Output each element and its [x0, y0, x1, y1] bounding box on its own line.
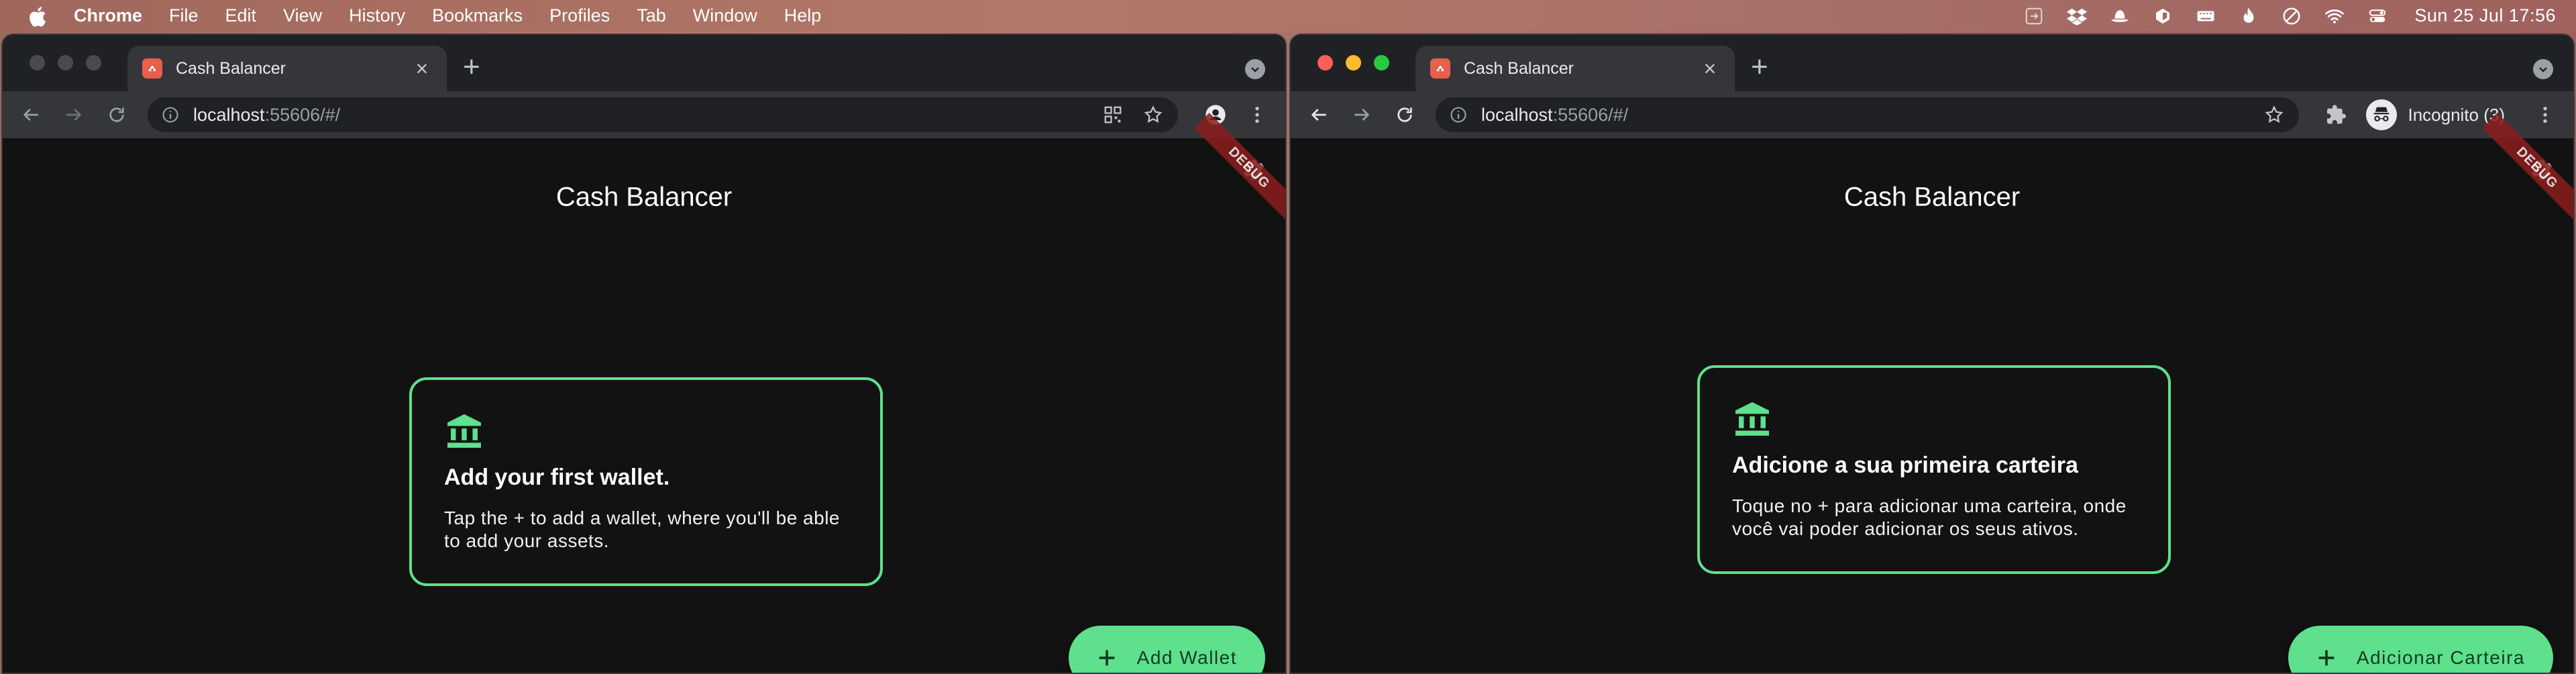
menu-bar-clock[interactable]: Sun 25 Jul 17:56 [2414, 5, 2556, 26]
qr-code-icon[interactable] [1102, 103, 1124, 126]
add-wallet-button[interactable]: Adicionar Carteira [2288, 626, 2553, 673]
site-info-icon[interactable] [161, 105, 180, 124]
menu-app-name[interactable]: Chrome [74, 5, 142, 26]
menu-window[interactable]: Window [693, 5, 757, 26]
tab-cash-balancer[interactable]: Cash Balancer × [127, 46, 447, 91]
app-viewport: Cash Balancer DEBUG Add your first walle… [3, 112, 1285, 673]
tab-cash-balancer[interactable]: Cash Balancer × [1415, 46, 1735, 91]
reload-icon [109, 107, 124, 122]
back-button[interactable] [17, 101, 44, 128]
more-menu-icon[interactable] [2532, 101, 2559, 128]
minimize-window-button[interactable] [1346, 55, 1361, 70]
arrow-left-icon [1311, 109, 1326, 121]
add-wallet-button[interactable]: Add Wallet [1068, 626, 1265, 673]
forward-button[interactable] [60, 101, 87, 128]
vpn-icon[interactable] [2279, 6, 2304, 26]
browser-toolbar: localhost:55606/#/ [3, 91, 1285, 138]
zoom-window-button[interactable] [86, 55, 101, 70]
apple-menu-icon[interactable] [27, 6, 47, 27]
new-tab-button[interactable]: + [1751, 51, 1768, 83]
reload-button[interactable] [103, 101, 130, 128]
window-controls [1318, 55, 1389, 70]
incognito-icon [2366, 99, 2398, 130]
tab-close-icon[interactable]: × [412, 58, 432, 79]
window-controls [30, 55, 101, 70]
arrow-right-icon [1354, 109, 1370, 121]
plus-icon [2315, 646, 2338, 669]
tab-title: Cash Balancer [1464, 58, 1574, 78]
macos-menu-bar: Chrome File Edit View History Bookmarks … [0, 0, 2576, 32]
add-wallet-label: Add Wallet [1136, 647, 1237, 668]
menu-file[interactable]: File [169, 5, 199, 26]
empty-state-title: Adicione a sua primeira carteira [1732, 452, 2078, 478]
tab-strip: Cash Balancer × + [1291, 35, 2573, 91]
url-path: :55606/#/ [264, 104, 341, 125]
control-center-icon[interactable] [2365, 6, 2390, 26]
empty-state-message: Tap the + to add a wallet, where you'll … [444, 508, 840, 551]
zoom-window-button[interactable] [1374, 55, 1389, 70]
extensions-puzzle-icon[interactable] [2323, 101, 2350, 128]
menu-profiles[interactable]: Profiles [549, 5, 610, 26]
url-text[interactable]: localhost:55606/#/ [1481, 105, 2245, 126]
reload-icon [1397, 107, 1412, 122]
bank-icon [444, 411, 484, 451]
bookmark-star-icon[interactable] [1142, 103, 1165, 126]
forward-button[interactable] [1348, 101, 1375, 128]
address-bar[interactable]: localhost:55606/#/ [148, 97, 1178, 132]
url-host: localhost [193, 104, 265, 125]
back-button[interactable] [1305, 101, 1332, 128]
plus-icon [1095, 646, 1118, 669]
menu-help[interactable]: Help [784, 5, 822, 26]
keyboard-icon[interactable] [2193, 6, 2218, 26]
tab-search-button[interactable] [1245, 59, 1265, 79]
tab-strip: Cash Balancer × + [3, 35, 1285, 91]
arrow-right-icon [66, 109, 82, 121]
app-title: Cash Balancer [1843, 182, 2021, 212]
add-wallet-label: Adicionar Carteira [2356, 647, 2525, 668]
menu-view[interactable]: View [283, 5, 322, 26]
menu-history[interactable]: History [349, 5, 405, 26]
bookmark-star-icon[interactable] [2263, 103, 2286, 126]
flame-icon[interactable] [2236, 6, 2261, 26]
url-host: localhost [1481, 104, 1553, 125]
tab-close-icon[interactable]: × [1700, 58, 1720, 79]
extension-icon[interactable] [2150, 6, 2176, 26]
chevron-down-icon [2539, 67, 2547, 73]
shortcut-icon[interactable] [2021, 6, 2047, 26]
app-title: Cash Balancer [555, 182, 733, 212]
empty-state-message: Toque no + para adicionar uma carteira, … [1732, 495, 2127, 539]
browser-toolbar: localhost:55606/#/ Incognito (3) [1291, 91, 2573, 138]
close-window-button[interactable] [1318, 55, 1333, 70]
tab-search-button[interactable] [2533, 59, 2553, 79]
bowler-hat-icon[interactable] [2107, 6, 2133, 26]
app-favicon-icon [1430, 58, 1450, 79]
tab-title: Cash Balancer [176, 58, 286, 78]
empty-state-card: Adicione a sua primeira carteira Toque n… [1697, 365, 2171, 574]
address-bar[interactable]: localhost:55606/#/ [1436, 97, 2300, 132]
more-menu-icon[interactable] [1244, 101, 1271, 128]
browser-window-left: Cash Balancer × + localhost:55606/#/ Cas… [1, 34, 1287, 674]
menu-edit[interactable]: Edit [225, 5, 257, 26]
minimize-window-button[interactable] [58, 55, 73, 70]
reload-button[interactable] [1391, 101, 1418, 128]
browser-window-right: Cash Balancer × + localhost:55606/#/ Inc… [1289, 34, 2575, 674]
empty-state-title: Add your first wallet. [444, 465, 670, 490]
menu-bookmarks[interactable]: Bookmarks [432, 5, 523, 26]
dropbox-icon[interactable] [2064, 6, 2090, 26]
url-path: :55606/#/ [1552, 104, 1629, 125]
close-window-button[interactable] [30, 55, 45, 70]
site-info-icon[interactable] [1449, 105, 1468, 124]
app-favicon-icon [142, 58, 162, 79]
empty-state-card: Add your first wallet. Tap the + to add … [409, 377, 883, 586]
new-tab-button[interactable]: + [463, 51, 480, 83]
wifi-icon[interactable] [2322, 6, 2347, 26]
bank-icon [1732, 399, 1772, 439]
arrow-left-icon [23, 109, 38, 121]
url-text[interactable]: localhost:55606/#/ [193, 105, 1084, 126]
menu-tab[interactable]: Tab [637, 5, 666, 26]
chevron-down-icon [1251, 67, 1259, 73]
app-viewport: Cash Balancer DEBUG Adicione a sua prime… [1291, 112, 2573, 673]
